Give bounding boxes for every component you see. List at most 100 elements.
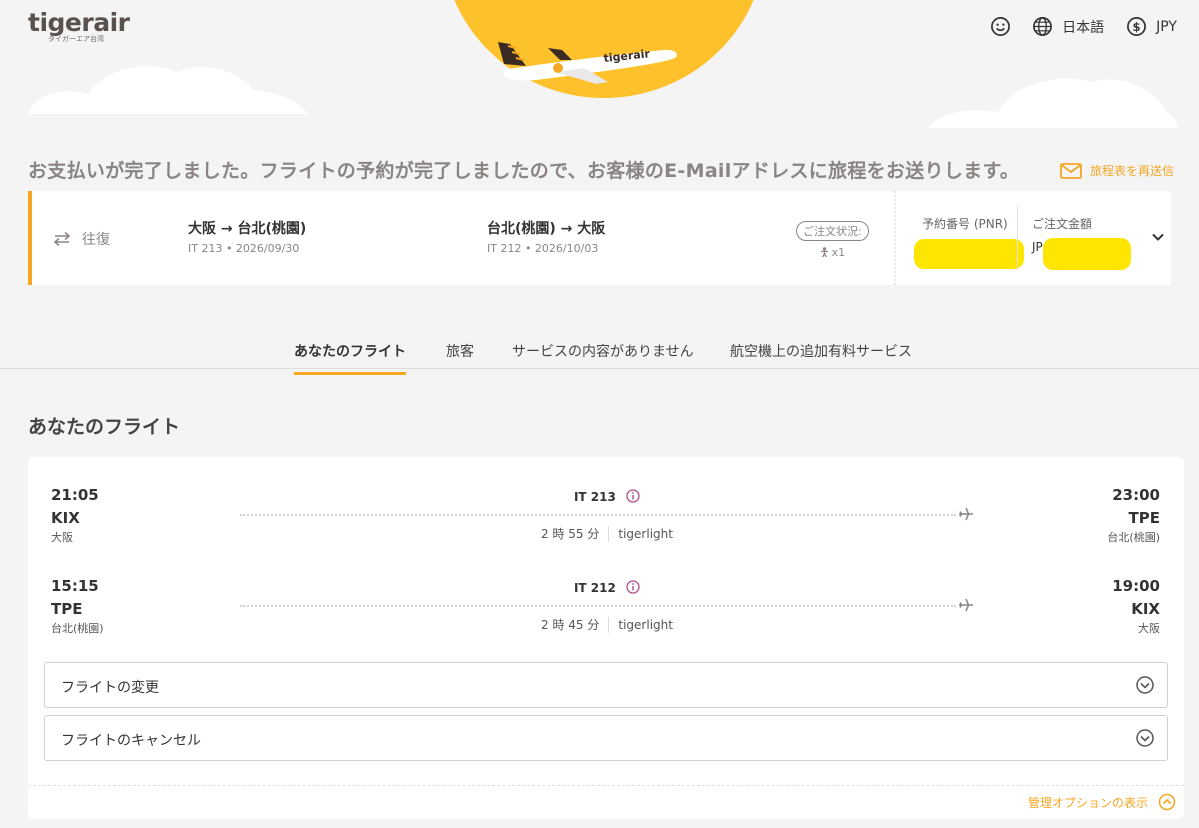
route-line xyxy=(240,605,956,607)
order-status: ご注文状況: x1 xyxy=(796,220,869,259)
payment-complete-message: お支払いが完了しました。フライトの予約が完了しましたので、お客様のE-Mailア… xyxy=(28,160,1020,182)
section-title: あなたのフライト xyxy=(28,416,181,438)
inbound-route: 台北(桃園) → 大阪 xyxy=(487,221,606,237)
fare-type: tigerlight xyxy=(618,527,673,541)
departure: 15:15 TPE 台北(桃園) xyxy=(51,577,104,636)
currency-selector[interactable]: $ JPY xyxy=(1126,16,1177,37)
change-flight-label: フライトの変更 xyxy=(61,680,159,696)
arrival-code: KIX xyxy=(1131,600,1160,618)
pnr-block: 予約番号 (PNR) xyxy=(914,215,1024,269)
resend-itinerary-link[interactable]: 旅程表を再送信 xyxy=(1060,162,1174,179)
cloud-right-decoration xyxy=(928,78,1178,128)
inbound-info: IT 212 • 2026/10/03 xyxy=(487,242,599,255)
flight-middle: IT 213 2 時 55 分 tigerlight xyxy=(240,486,974,546)
svg-text:$: $ xyxy=(1133,20,1141,34)
resend-label: 旅程表を再送信 xyxy=(1090,164,1175,178)
flight-middle: IT 212 2 時 45 分 tigerlight xyxy=(240,577,974,637)
order-status-badge: ご注文状況: xyxy=(796,221,869,241)
mail-icon xyxy=(1060,162,1082,179)
departure-time: 15:15 xyxy=(51,577,99,595)
flight-number-label: IT 212 xyxy=(573,581,616,595)
flight-meta: 2 時 45 分 tigerlight xyxy=(240,616,974,633)
currency-label: JPY xyxy=(1156,18,1177,35)
globe-icon xyxy=(1033,17,1053,36)
dollar-circle-icon: $ xyxy=(1127,17,1147,36)
flight-number: IT 213 xyxy=(240,489,974,504)
route-line xyxy=(240,514,956,516)
arrival-time: 23:00 xyxy=(1112,486,1160,504)
language-selector[interactable]: 日本語 xyxy=(1032,16,1104,37)
account-button[interactable] xyxy=(990,16,1020,37)
logo-text: tigerair xyxy=(28,8,130,37)
booking-tabs: あなたのフライト 旅客 サービスの内容がありません 航空機上の追加有料サービス xyxy=(0,333,1199,375)
booking-summary-card: 往復 大阪 → 台北(桃園) IT 213 • 2026/09/30 台北(桃園… xyxy=(28,191,1171,285)
inbound-segment: 台北(桃園) → 大阪 IT 212 • 2026/10/03 xyxy=(487,218,605,255)
amount-redacted xyxy=(1042,238,1131,270)
info-icon[interactable] xyxy=(626,580,640,594)
arrival-time: 19:00 xyxy=(1112,577,1160,595)
flight-row-outbound: 21:05 KIX 大阪 IT 213 2 時 55 分 tigerlight … xyxy=(28,486,1184,566)
departure: 21:05 KIX 大阪 xyxy=(51,486,99,545)
flight-meta: 2 時 55 分 tigerlight xyxy=(240,525,974,542)
passenger-count: x1 xyxy=(796,246,869,259)
manage-options-label: 管理オプションの表示 xyxy=(1027,795,1148,810)
arrival-code: TPE xyxy=(1128,509,1160,527)
airplane-illustration: tigerair xyxy=(498,42,677,84)
card-divider xyxy=(894,191,896,285)
arrival: 19:00 KIX 大阪 xyxy=(1112,577,1160,636)
departure-code: KIX xyxy=(51,509,80,527)
card-separator xyxy=(1017,205,1018,271)
flight-number-label: IT 213 xyxy=(573,490,616,504)
swap-arrows-icon xyxy=(53,231,71,247)
chevron-down-circle-icon xyxy=(1136,729,1154,747)
header-utility-bar: 日本語 $ JPY xyxy=(978,16,1177,37)
passenger-count-value: x1 xyxy=(831,246,846,259)
smiley-icon xyxy=(991,17,1011,36)
meta-divider xyxy=(608,617,610,633)
language-label: 日本語 xyxy=(1062,19,1105,36)
flights-card: 21:05 KIX 大阪 IT 213 2 時 55 分 tigerlight … xyxy=(28,457,1184,819)
tab-inflight-addons[interactable]: 航空機上の追加有料サービス xyxy=(730,341,912,372)
pnr-label: 予約番号 (PNR) xyxy=(922,217,1008,231)
departure-city: 台北(桃園) xyxy=(51,622,104,635)
airplane-icon xyxy=(959,507,973,521)
info-icon[interactable] xyxy=(626,489,640,503)
amount-currency: JP xyxy=(1032,240,1043,254)
outbound-segment: 大阪 → 台北(桃園) IT 213 • 2026/09/30 xyxy=(188,218,306,255)
tab-your-flights[interactable]: あなたのフライト xyxy=(294,341,406,375)
cancel-flight-accordion[interactable]: フライトのキャンセル xyxy=(44,715,1168,761)
chevron-up-circle-icon xyxy=(1158,793,1176,811)
card-footer-divider xyxy=(28,785,1184,786)
manage-options-toggle[interactable]: 管理オプションの表示 xyxy=(1028,793,1176,811)
pnr-redacted xyxy=(914,239,1024,269)
tigerair-logo[interactable]: tigerair タイガーエア台湾 xyxy=(28,8,130,44)
departure-code: TPE xyxy=(51,600,83,618)
chevron-down-icon[interactable] xyxy=(1150,229,1166,245)
flight-row-return: 15:15 TPE 台北(桃園) IT 212 2 時 45 分 tigerli… xyxy=(28,577,1184,657)
outbound-info: IT 213 • 2026/09/30 xyxy=(188,242,300,255)
trip-type-label: 往復 xyxy=(82,232,110,248)
airplane-icon xyxy=(959,598,973,612)
trip-type: 往復 xyxy=(52,229,110,249)
flight-duration: 2 時 55 分 xyxy=(541,527,600,541)
departure-city: 大阪 xyxy=(51,531,73,544)
arrival: 23:00 TPE 台北(桃園) xyxy=(1107,486,1160,545)
meta-divider xyxy=(608,526,610,542)
change-flight-accordion[interactable]: フライトの変更 xyxy=(44,662,1168,708)
cloud-left-decoration xyxy=(28,66,308,114)
fare-type: tigerlight xyxy=(618,618,673,632)
person-icon xyxy=(820,247,828,258)
flight-duration: 2 時 45 分 xyxy=(541,618,600,632)
flight-number: IT 212 xyxy=(240,580,974,595)
tab-passengers[interactable]: 旅客 xyxy=(446,341,474,372)
departure-time: 21:05 xyxy=(51,486,99,504)
booking-confirmation-page: tigerair tigerair タイガーエア台湾 日本語 $ JPY お支払… xyxy=(0,0,1199,828)
amount-row: JP xyxy=(1032,238,1131,270)
chevron-down-circle-icon xyxy=(1136,676,1154,694)
outbound-route: 大阪 → 台北(桃園) xyxy=(188,221,307,237)
amount-label: ご注文金額 xyxy=(1032,217,1093,231)
cancel-flight-label: フライトのキャンセル xyxy=(61,733,201,749)
arrival-city: 台北(桃園) xyxy=(1107,531,1160,544)
arrival-city: 大阪 xyxy=(1138,622,1160,635)
tab-services[interactable]: サービスの内容がありません xyxy=(512,341,694,372)
